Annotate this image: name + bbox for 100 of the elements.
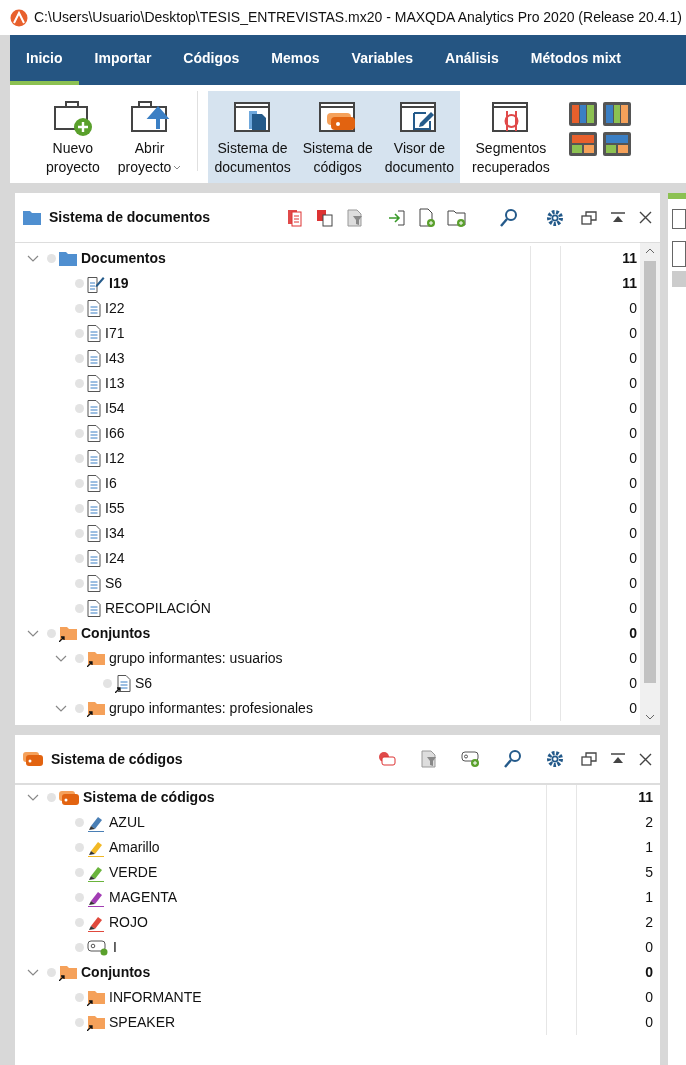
maximize-icon[interactable] xyxy=(611,211,625,224)
collapse-chevron-icon[interactable] xyxy=(27,968,39,977)
close-icon[interactable] xyxy=(639,211,652,224)
new-document-icon[interactable] xyxy=(417,207,437,228)
collapse-chevron-icon[interactable] xyxy=(27,629,39,638)
folder-shortcut-icon xyxy=(87,989,105,1006)
coded-segments-count: 1 xyxy=(645,838,653,857)
scroll-up-icon[interactable] xyxy=(645,247,655,255)
folder-shortcut-icon xyxy=(87,1014,105,1031)
copy-documents-icon[interactable] xyxy=(315,207,335,228)
ribbon-tab[interactable]: Análisis xyxy=(429,35,515,85)
tree-item-label[interactable]: AZUL xyxy=(109,812,145,833)
ribbon-button[interactable]: Segmentos recuperados xyxy=(466,91,556,183)
ribbon-button[interactable]: Sistema de documentos xyxy=(208,91,297,183)
coded-segments-count: 2 xyxy=(645,913,653,932)
tree-item-label[interactable]: S6 xyxy=(135,673,153,694)
coded-segments-count: 0 xyxy=(629,499,637,518)
ribbon-tab[interactable]: Códigos xyxy=(167,35,256,85)
tree-item-label[interactable]: INFORMANTE xyxy=(109,987,202,1008)
tree-item-label[interactable]: I19 xyxy=(109,273,129,294)
panel-title: Sistema de códigos xyxy=(51,749,183,769)
window-title: C:\Users\Usuario\Desktop\TESIS_ENTREVISTAS.mx20 - MAXQDA Analytics Pro 2020 (Release 20.4.1) xyxy=(34,8,682,27)
layout-icon[interactable] xyxy=(601,131,632,157)
close-icon[interactable] xyxy=(639,752,652,766)
document-icon xyxy=(87,425,101,442)
app-logo-icon xyxy=(10,8,28,27)
coded-segments-count: 0 xyxy=(629,524,637,543)
filter-document-icon[interactable] xyxy=(345,207,365,228)
coded-segments-count: 0 xyxy=(629,449,637,468)
tree-item-label[interactable]: Conjuntos xyxy=(81,962,151,983)
tree-item-label[interactable]: S6 xyxy=(105,573,123,594)
tree-item-label[interactable]: Sistema de códigos xyxy=(83,787,215,808)
document-icon xyxy=(87,600,101,617)
document-icon xyxy=(87,350,101,367)
tree-item-label[interactable]: SPEAKER xyxy=(109,1012,176,1033)
collapse-chevron-icon[interactable] xyxy=(55,704,67,713)
tree-item-label[interactable]: I55 xyxy=(105,498,125,519)
settings-icon[interactable] xyxy=(545,207,565,228)
new-folder-icon[interactable] xyxy=(447,207,467,228)
search-icon[interactable] xyxy=(503,749,523,769)
coded-segments-count: 0 xyxy=(645,963,653,982)
scrollbar[interactable] xyxy=(640,243,660,725)
search-icon[interactable] xyxy=(499,207,519,228)
tree-item-label[interactable]: I12 xyxy=(105,448,125,469)
tree-item-label[interactable]: I24 xyxy=(105,548,125,569)
undock-icon[interactable] xyxy=(581,210,597,225)
activated-codes-icon[interactable] xyxy=(377,749,397,769)
ribbon-tab[interactable]: Variables xyxy=(335,35,430,85)
tree-item-label[interactable]: VERDE xyxy=(109,862,158,883)
ribbon-tab[interactable]: Métodos mixt xyxy=(514,35,638,85)
ribbon-button[interactable]: Sistema de códigos xyxy=(296,91,379,183)
tree-item-label[interactable]: I22 xyxy=(105,298,125,319)
new-project-icon xyxy=(51,99,94,137)
document-icon xyxy=(87,375,101,392)
tree-item-label[interactable]: Documentos xyxy=(81,248,166,269)
ribbon-button[interactable]: Abrir proyecto xyxy=(111,91,188,183)
coded-segments-count: 11 xyxy=(622,249,637,268)
tree-item-label[interactable]: Amarillo xyxy=(109,837,160,858)
coded-segments-count: 0 xyxy=(629,349,637,368)
tree-item-label[interactable]: Conjuntos xyxy=(81,623,151,644)
tree-item-label[interactable]: I43 xyxy=(105,348,125,369)
filter-document-icon[interactable] xyxy=(419,749,439,769)
document-icon xyxy=(87,500,101,517)
folder-icon xyxy=(23,210,41,225)
layout-icon[interactable] xyxy=(567,131,598,157)
layout-icon[interactable] xyxy=(567,101,598,127)
collapse-chevron-icon[interactable] xyxy=(27,793,39,802)
activated-documents-icon[interactable] xyxy=(285,207,305,228)
ribbon-tab[interactable]: Memos xyxy=(255,35,336,85)
tree-item-label[interactable]: I xyxy=(113,937,117,958)
ribbon-tab[interactable]: Importar xyxy=(78,35,168,85)
tree-item-label[interactable]: ROJO xyxy=(109,912,148,933)
tree-item-label[interactable]: I71 xyxy=(105,323,125,344)
tree-item-label[interactable]: grupo informantes: profesionales xyxy=(109,698,313,719)
new-code-icon[interactable] xyxy=(461,749,481,769)
ribbon-button[interactable]: Nuevo proyecto xyxy=(40,91,106,183)
tree-item-label[interactable]: I13 xyxy=(105,373,125,394)
coded-segments-count: 0 xyxy=(629,574,637,593)
tree-item-label[interactable]: I6 xyxy=(105,473,117,494)
tree-item-label[interactable]: MAGENTA xyxy=(109,887,178,908)
coded-segments-count: 0 xyxy=(629,599,637,618)
import-icon[interactable] xyxy=(387,207,407,228)
layout-icon[interactable] xyxy=(601,101,632,127)
undock-icon[interactable] xyxy=(581,752,597,766)
folder-shortcut-icon xyxy=(87,650,105,667)
collapse-chevron-icon[interactable] xyxy=(27,254,39,263)
coded-segments-count: 0 xyxy=(629,374,637,393)
tree-item-label[interactable]: I54 xyxy=(105,398,125,419)
ribbon-button[interactable]: Visor de documento xyxy=(378,91,460,183)
tree-item-label[interactable]: I34 xyxy=(105,523,125,544)
tree-item-label[interactable]: RECOPILACIÓN xyxy=(105,598,211,619)
maximize-icon[interactable] xyxy=(611,753,625,765)
collapse-chevron-icon[interactable] xyxy=(55,654,67,663)
settings-icon[interactable] xyxy=(545,749,565,769)
coded-segments-count: 0 xyxy=(629,649,637,668)
coded-segments-count: 0 xyxy=(629,324,637,343)
tree-item-label[interactable]: I66 xyxy=(105,423,125,444)
tree-item-label[interactable]: grupo informantes: usuarios xyxy=(109,648,283,669)
scroll-down-icon[interactable] xyxy=(645,713,655,721)
coded-segments-count: 11 xyxy=(622,274,637,293)
